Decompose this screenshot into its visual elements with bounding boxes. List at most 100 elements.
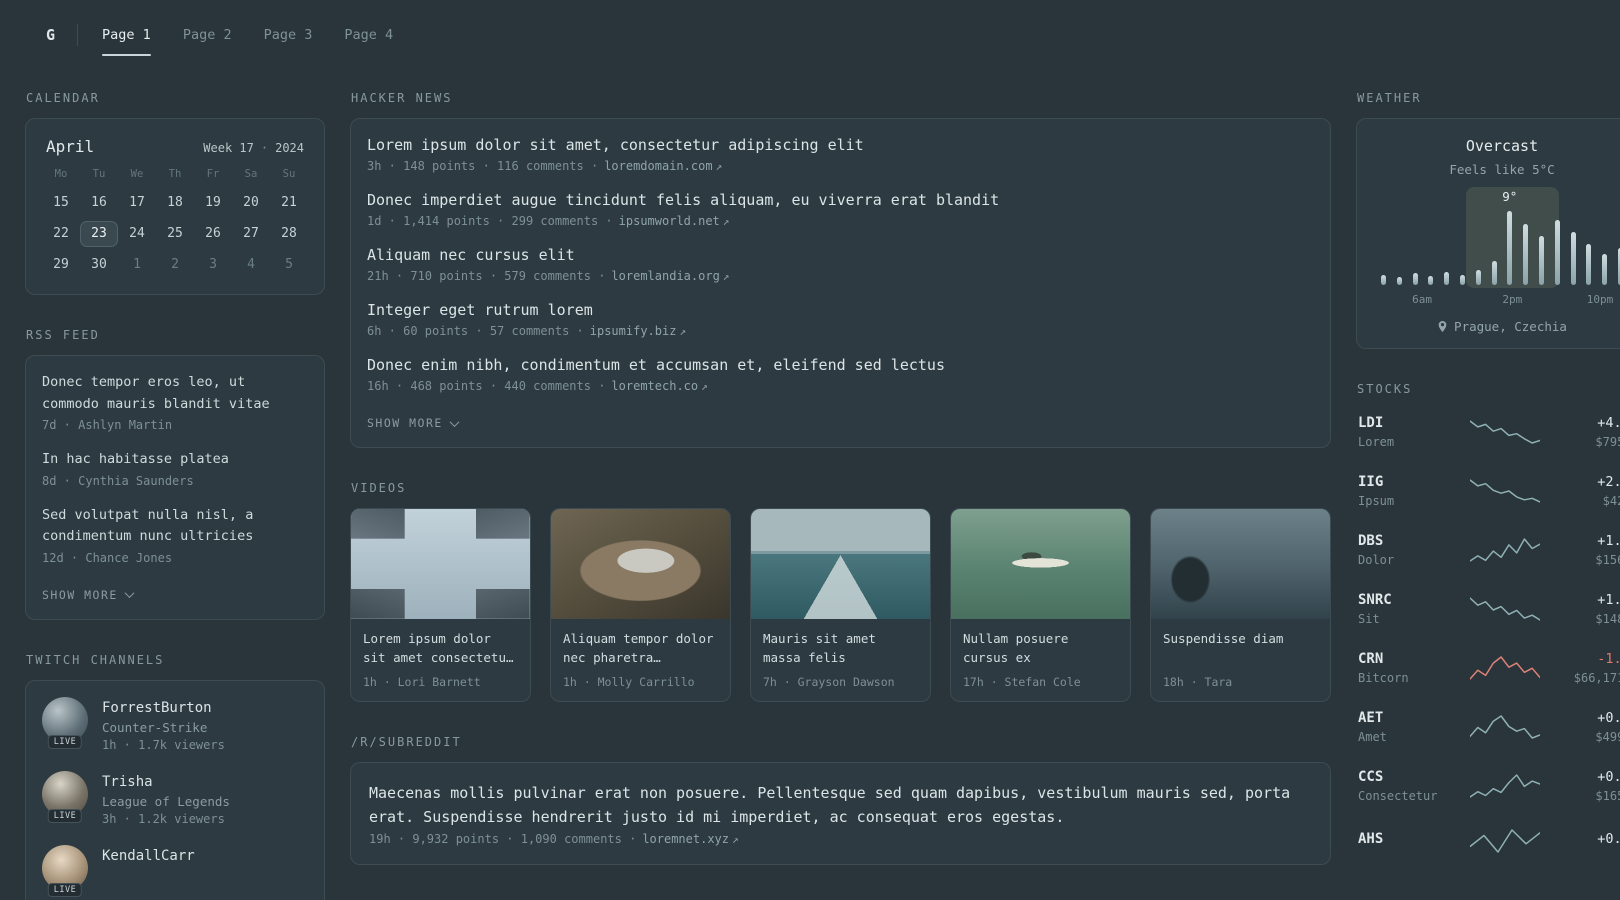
calendar-week-selector[interactable]: Week 17 · 2024 <box>203 141 304 155</box>
page-tabs: Page 1 Page 2 Page 3 Page 4 <box>102 21 393 56</box>
tab-page-2[interactable]: Page 2 <box>183 21 232 49</box>
video-thumbnail[interactable] <box>951 509 1130 619</box>
calendar-day[interactable]: 17 <box>118 190 156 216</box>
video-title-link[interactable]: Nullam posuere cursus ex <box>963 629 1118 668</box>
stock-name: Consectetur <box>1358 789 1438 803</box>
calendar-day[interactable]: 16 <box>80 190 118 216</box>
stock-sparkline <box>1464 773 1546 799</box>
stock-row[interactable]: IIG Ipsum +2.84% $42.04 <box>1356 468 1620 514</box>
calendar-day[interactable]: 15 <box>42 190 80 216</box>
video-title-link[interactable]: Mauris sit amet massa felis <box>763 629 918 668</box>
twitch-channel-name[interactable]: KendallCarr <box>102 848 195 864</box>
time-label: 2pm <box>1502 293 1523 306</box>
calendar-day-next-month[interactable]: 2 <box>156 252 194 278</box>
video-thumbnail[interactable] <box>351 509 530 619</box>
hn-story-domain-link[interactable]: loremtech.co ↗ <box>611 379 707 393</box>
twitch-channel-row[interactable]: LIVE Trisha League of Legends 3h · 1.2k … <box>42 770 308 826</box>
calendar-day[interactable]: 22 <box>42 221 80 247</box>
stock-row[interactable]: SNRC Sit +1.36% $148.64 <box>1356 586 1620 632</box>
top-navigation: G Page 1 Page 2 Page 3 Page 4 <box>0 0 1620 70</box>
calendar-day[interactable]: 29 <box>42 252 80 278</box>
stock-row[interactable]: CRN Bitcorn -1.00% $66,171.48 <box>1356 645 1620 691</box>
twitch-channel-row[interactable]: LIVE ForrestBurton Counter-Strike 1h · 1… <box>42 696 308 752</box>
twitch-viewers-text: 3h · 1.2k viewers <box>102 811 225 826</box>
weather-location[interactable]: Prague, Czechia <box>1373 319 1620 334</box>
video-card-body: Lorem ipsum dolor sit amet consectetu… 1… <box>351 619 530 701</box>
hn-story-domain-link[interactable]: loremdomain.com ↗ <box>604 159 722 173</box>
hn-story-domain-link[interactable]: ipsumify.biz ↗ <box>590 324 686 338</box>
reddit-post-link[interactable]: Maecenas mollis pulvinar erat non posuer… <box>369 781 1312 829</box>
calendar-day[interactable]: 18 <box>156 190 194 216</box>
video-thumbnail[interactable] <box>1151 509 1330 619</box>
video-thumbnail[interactable] <box>551 509 730 619</box>
calendar-day[interactable]: 24 <box>118 221 156 247</box>
video-title-link[interactable]: Aliquam tempor dolor nec pharetra… <box>563 629 718 668</box>
calendar-day[interactable]: 28 <box>270 221 308 247</box>
rss-show-more-button[interactable]: SHOW MORE <box>42 588 135 602</box>
hn-domain-text: loremdomain.com <box>604 159 713 173</box>
hn-story-link[interactable]: Integer eget rutrum lorem <box>367 300 1314 321</box>
calendar-day[interactable]: 19 <box>194 190 232 216</box>
hn-story-link[interactable]: Lorem ipsum dolor sit amet, consectetur … <box>367 135 1314 156</box>
hn-story: Donec imperdiet augue tincidunt felis al… <box>367 190 1314 228</box>
hn-story-domain-link[interactable]: ipsumworld.net ↗ <box>619 214 730 228</box>
rss-item-link[interactable]: Sed volutpat nulla nisl, a condimentum n… <box>42 505 308 548</box>
stock-sparkline <box>1464 714 1546 740</box>
video-card: Nullam posuere cursus ex 17h · Stefan Co… <box>950 508 1131 702</box>
video-thumbnail[interactable] <box>751 509 930 619</box>
tab-page-1[interactable]: Page 1 <box>102 21 151 56</box>
weather-chart: 9° <box>1373 187 1620 288</box>
stock-row[interactable]: AHS +0.46% <box>1356 822 1620 860</box>
rss-item-link[interactable]: In hac habitasse platea <box>42 449 308 471</box>
tab-page-4[interactable]: Page 4 <box>344 21 393 49</box>
stock-row[interactable]: DBS Dolor +1.42% $156.28 <box>1356 527 1620 573</box>
calendar-day[interactable]: 26 <box>194 221 232 247</box>
twitch-channel-row[interactable]: LIVE KendallCarr <box>42 844 308 897</box>
stock-row[interactable]: LDI Lorem +4.35% $795.18 <box>1356 409 1620 455</box>
avatar-wrapper: LIVE <box>42 770 88 823</box>
calendar-day[interactable]: 21 <box>270 190 308 216</box>
stock-sparkline <box>1464 828 1546 854</box>
time-label: 10pm <box>1586 293 1614 306</box>
stock-change: +0.46% <box>1597 831 1620 847</box>
app-logo[interactable]: G <box>46 26 55 44</box>
stock-name: Ipsum <box>1358 494 1395 508</box>
stock-identity: AET Amet <box>1358 710 1456 744</box>
calendar-day-selected[interactable]: 23 <box>80 221 118 247</box>
stock-price: $165.84 <box>1595 789 1620 803</box>
hn-story-link[interactable]: Donec imperdiet augue tincidunt felis al… <box>367 190 1314 211</box>
twitch-widget: TWITCH CHANNELS LIVE ForrestBurton Count… <box>25 653 325 900</box>
calendar-day[interactable]: 30 <box>80 252 118 278</box>
calendar-day-next-month[interactable]: 3 <box>194 252 232 278</box>
hn-story-meta: 16h · 468 points · 440 comments · loremt… <box>367 379 1314 393</box>
external-link-icon: ↗ <box>722 270 730 283</box>
calendar-day-next-month[interactable]: 1 <box>118 252 156 278</box>
video-title-link[interactable]: Suspendisse diam <box>1163 629 1318 668</box>
hn-story-domain-link[interactable]: loremlandia.org ↗ <box>611 269 729 283</box>
section-title-stocks: STOCKS <box>1357 382 1413 396</box>
stock-ticker: IIG <box>1358 474 1384 490</box>
hn-story-link[interactable]: Donec enim nibh, condimentum et accumsan… <box>367 355 1314 376</box>
stock-price: $499.72 <box>1595 730 1620 744</box>
rss-item: Sed volutpat nulla nisl, a condimentum n… <box>42 505 308 565</box>
stock-row[interactable]: AET Amet +0.92% $499.72 <box>1356 704 1620 750</box>
calendar-day-next-month[interactable]: 5 <box>270 252 308 278</box>
rss-item-link[interactable]: Donec tempor eros leo, ut commodo mauris… <box>42 372 308 415</box>
video-meta: 1h · Molly Carrillo <box>563 675 695 689</box>
weather-time-axis: 6am 2pm 10pm <box>1373 293 1620 308</box>
calendar-day[interactable]: 25 <box>156 221 194 247</box>
tab-page-3[interactable]: Page 3 <box>264 21 313 49</box>
calendar-day[interactable]: 27 <box>232 221 270 247</box>
reddit-post-domain-link[interactable]: loremnet.xyz ↗ <box>642 832 738 846</box>
twitch-channel-name[interactable]: Trisha <box>102 774 153 790</box>
twitch-channel-name[interactable]: ForrestBurton <box>102 700 212 716</box>
calendar-day[interactable]: 20 <box>232 190 270 216</box>
stock-row[interactable]: CCS Consectetur +0.51% $165.84 <box>1356 763 1620 809</box>
left-column: CALENDAR April Week 17 · 2024 Mo Tu We T… <box>25 91 325 900</box>
calendar-day-next-month[interactable]: 4 <box>232 252 270 278</box>
hn-show-more-button[interactable]: SHOW MORE <box>367 416 460 430</box>
video-title-link[interactable]: Lorem ipsum dolor sit amet consectetu… <box>363 629 518 668</box>
hn-story-link[interactable]: Aliquam nec cursus elit <box>367 245 1314 266</box>
video-card: Mauris sit amet massa felis 7h · Grayson… <box>750 508 931 702</box>
weather-condition: Overcast <box>1465 137 1539 155</box>
